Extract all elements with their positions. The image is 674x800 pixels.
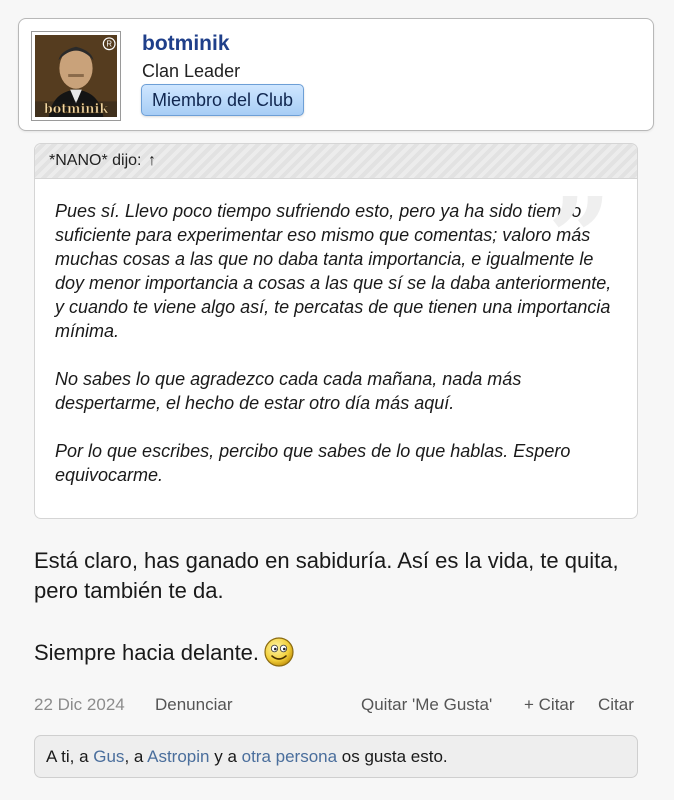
liker-link-others[interactable]: otra persona bbox=[242, 747, 337, 766]
message-text: Siempre hacia delante. bbox=[34, 640, 260, 665]
quote-paragraph: No sabes lo que agradezco cada cada maña… bbox=[55, 369, 522, 413]
quote-body: ” Pues sí. Llevo poco tiempo sufriendo e… bbox=[35, 179, 637, 487]
quote-paragraph: Por lo que escribes, percibo que sabes d… bbox=[55, 441, 571, 485]
jump-to-post-icon[interactable]: ↑ bbox=[148, 152, 156, 169]
post: R botminik botminik Clan Leader Miembro … bbox=[0, 0, 674, 800]
author-title: Clan Leader bbox=[142, 61, 241, 81]
quote-mark-icon: ” bbox=[547, 173, 611, 302]
multiquote-button[interactable]: + Citar bbox=[524, 693, 575, 717]
liker-link-astropin[interactable]: Astropin bbox=[147, 747, 209, 766]
message-paragraph: Siempre hacia delante. bbox=[34, 636, 644, 668]
smile-emoji-icon bbox=[264, 637, 294, 667]
post-date[interactable]: 22 Dic 2024 bbox=[34, 693, 125, 717]
registered-mark: R bbox=[106, 40, 112, 49]
quote-block: *NANO* dijo: ↑ ” Pues sí. Llevo poco tie… bbox=[34, 143, 638, 519]
avatar-caption: botminik bbox=[44, 101, 108, 116]
author-card: R botminik botminik Clan Leader Miembro … bbox=[18, 18, 654, 131]
report-button[interactable]: Denunciar bbox=[155, 693, 233, 717]
message-paragraph: Está claro, has ganado en sabiduría. Así… bbox=[34, 548, 619, 603]
author-username[interactable]: botminik bbox=[142, 32, 230, 56]
avatar-image: R botminik bbox=[35, 35, 117, 117]
quote-header: *NANO* dijo: ↑ bbox=[35, 144, 637, 179]
likes-bar: A ti, a Gus, a Astropin y a otra persona… bbox=[34, 735, 638, 778]
likes-text: A ti, a bbox=[46, 747, 94, 766]
club-member-badge[interactable]: Miembro del Club bbox=[141, 84, 305, 116]
likes-text: , a bbox=[124, 747, 148, 766]
likes-text: os gusta esto. bbox=[337, 747, 448, 766]
avatar[interactable]: R botminik bbox=[31, 31, 121, 121]
liker-link-gus[interactable]: Gus bbox=[93, 747, 124, 766]
message-body: Está claro, has ganado en sabiduría. Así… bbox=[34, 546, 644, 698]
quote-attribution: *NANO* dijo: bbox=[49, 152, 142, 169]
quote-button[interactable]: Citar bbox=[598, 693, 634, 717]
post-footer: 22 Dic 2024 Denunciar Quitar 'Me Gusta' … bbox=[34, 693, 640, 717]
likes-text: y a bbox=[209, 747, 242, 766]
quote-paragraph: Pues sí. Llevo poco tiempo sufriendo est… bbox=[55, 201, 612, 341]
unlike-button[interactable]: Quitar 'Me Gusta' bbox=[361, 693, 492, 717]
